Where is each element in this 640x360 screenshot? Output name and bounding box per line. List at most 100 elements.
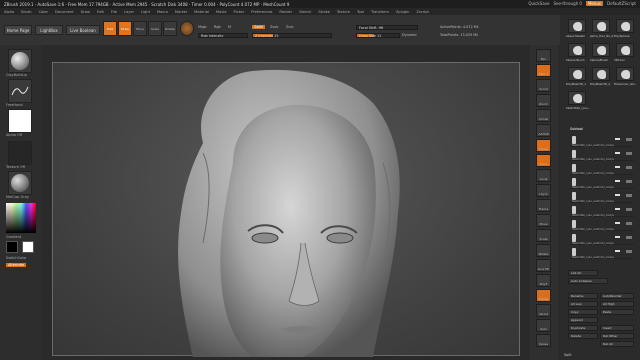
rotate-button[interactable]: Rotate [163,21,177,36]
subtool-toggle[interactable] [626,250,632,253]
z-intensity-slider[interactable]: Z Intensity 25 [252,33,332,38]
default-zscript-button[interactable]: DefaultZScript [607,1,636,6]
subtool-row[interactable]: Sketchfab_ryan_anatomy_bodys [570,205,634,217]
shelf-transp-button[interactable]: Transp [536,289,551,302]
menu-zplugin[interactable]: Zplugin [396,10,410,14]
material-thumbnail[interactable] [8,171,32,195]
menu-alpha[interactable]: Alpha [4,10,14,14]
shelf-xpose-button[interactable]: Xpose [536,334,551,347]
tool-thumbnail[interactable] [592,43,610,57]
zsub-toggle[interactable]: Zsub [270,25,278,29]
edit-button[interactable]: Edit [103,21,117,36]
shelf-scale-button[interactable]: Scale [536,229,551,242]
visibility-eye-icon[interactable] [615,152,620,154]
menu-preferences[interactable]: Preferences [251,10,272,14]
zadd-toggle[interactable]: Zadd [252,25,265,29]
shelf-solo-button[interactable]: Solo [536,319,551,332]
shelf-move-button[interactable]: Move [536,214,551,227]
menu-marker[interactable]: Marker [175,10,187,14]
subtool-row[interactable]: Sketchfab_ryan_anatomy_bodys [570,247,634,259]
tool-thumbnail[interactable] [592,19,610,33]
menu-zscript[interactable]: Zscript [416,10,428,14]
tool-thumbnail[interactable] [568,19,586,33]
copy-button[interactable]: Copy [568,309,598,315]
shelf-zoom-button[interactable]: Zoom [536,94,551,107]
subtool-toggle[interactable] [626,208,632,211]
duplicate-button[interactable]: Duplicate [568,325,598,331]
menu-tool[interactable]: Tool [357,10,364,14]
tool-thumbnail[interactable] [568,91,586,105]
all-low-button[interactable]: All Low [568,301,598,307]
rgb-intensity-slider[interactable]: Rgb Intensity [198,33,248,38]
menu-draw[interactable]: Draw [81,10,90,14]
material-sphere-icon[interactable] [180,21,194,36]
menu-stroke[interactable]: Stroke [318,10,329,14]
subtool-toggle[interactable] [626,138,632,141]
tool-thumbnail[interactable] [592,67,610,81]
all-high-button[interactable]: All High [600,301,634,307]
shelf-local-button[interactable]: Local [536,169,551,182]
mrgb-toggle[interactable]: Mrgb [198,25,207,29]
visibility-eye-icon[interactable] [615,236,620,238]
menus-button[interactable]: Menus [585,1,604,6]
autoreorder-button[interactable]: AutoReorder [600,293,634,299]
menu-brush[interactable]: Brush [21,10,31,14]
append-button[interactable]: Append [568,317,598,323]
draw-button[interactable]: Draw [118,21,132,36]
delete-button[interactable]: Delete [568,333,598,339]
tool-thumbnail[interactable] [616,67,634,81]
subtool-row[interactable]: Sketchfab_ryan_anatomy_bodys [570,191,634,203]
subtool-row[interactable]: Sketchfab_ryan_anatomy_bodys [570,163,634,175]
subtool-row[interactable]: Sketchfab_ryan_anatomy_bodys [570,135,634,147]
alpha-thumbnail[interactable] [8,109,32,133]
scale-button[interactable]: Scale [148,21,162,36]
visibility-eye-icon[interactable] [615,208,620,210]
focal-shift-slider[interactable]: Focal Shift -96 [356,25,418,30]
insert-button[interactable]: Insert [600,325,634,331]
subtool-toggle[interactable] [626,236,632,239]
shelf-ghost-button[interactable]: Ghost [536,304,551,317]
menu-edit[interactable]: Edit [97,10,104,14]
tool-thumbnail[interactable] [568,43,586,57]
quicksave-button[interactable]: QuickSave [528,1,549,6]
subtool-row[interactable]: Sketchfab_ryan_anatomy_bodys [570,177,634,189]
rgb-toggle[interactable]: Rgb [214,25,221,29]
visibility-eye-icon[interactable] [615,138,620,140]
split-section[interactable]: Split [564,353,572,357]
switch-color-label[interactable]: SwitchColor [6,256,27,260]
menu-macro[interactable]: Macro [157,10,168,14]
dynamic-toggle[interactable]: Dynamic [402,33,417,37]
list-all-button[interactable]: List All [568,270,598,276]
menu-document[interactable]: Document [55,10,74,14]
auto-collapse-button[interactable]: Auto Collapse [568,278,608,284]
subtool-row[interactable]: Sketchfab_ryan_anatomy_bodys [570,219,634,231]
visibility-eye-icon[interactable] [615,250,620,252]
secondary-color-swatch[interactable] [22,241,34,253]
shelf-lsym-button[interactable]: LSym [536,184,551,197]
shelf-line-fill-button[interactable]: Line Fill [536,259,551,272]
shelf-frame-button[interactable]: Frame [536,199,551,212]
shelf-rotate-button[interactable]: Rotate [536,244,551,257]
menu-material[interactable]: Material [194,10,209,14]
move-button[interactable]: Move [133,21,147,36]
subtool-row[interactable]: Sketchfab_ryan_anatomy_bodys [570,233,634,245]
del-other-button[interactable]: Del Other [600,333,634,339]
subtool-row[interactable]: Sketchfab_ryan_anatomy_bodys [570,149,634,161]
texture-thumbnail[interactable] [8,141,32,165]
menu-transform[interactable]: Transform [371,10,389,14]
menu-texture[interactable]: Texture [337,10,350,14]
subtool-toggle[interactable] [626,194,632,197]
m-toggle[interactable]: M [228,25,231,29]
rename-button[interactable]: Rename [568,293,598,299]
menu-render[interactable]: Render [279,10,292,14]
shelf-bpr-button[interactable]: Bpr [536,49,551,62]
stroke-thumbnail[interactable] [8,79,32,103]
menu-light[interactable]: Light [141,10,150,14]
color-picker[interactable] [6,203,36,233]
shelf-aahalf-button[interactable]: AAHalf [536,124,551,137]
alternate-button[interactable]: Alternate [6,263,27,267]
menu-color[interactable]: Color [39,10,48,14]
shelf-floor-button[interactable]: Floor [536,154,551,167]
tool-thumbnail[interactable] [568,67,586,81]
menu-layer[interactable]: Layer [124,10,134,14]
